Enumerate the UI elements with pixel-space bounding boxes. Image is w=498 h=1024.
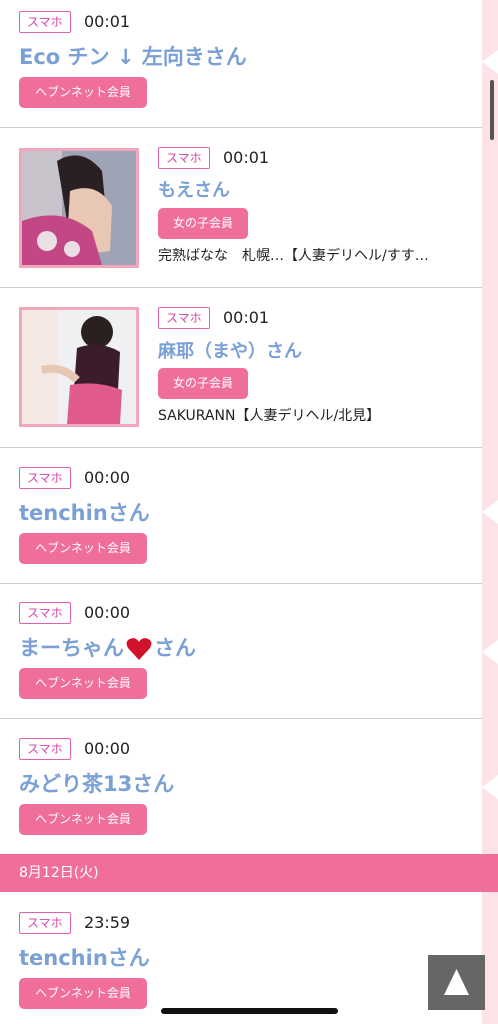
member-badge: ヘブンネット会員 [19,77,147,108]
device-badge: スマホ [158,147,210,169]
user-name[interactable]: もえさん [158,176,230,202]
list-item[interactable]: スマホ 00:01 もえさん 女の子会員 完熟ばなな 札幌…【人妻デリヘル/すす… [0,128,482,288]
post-time: 00:00 [84,739,131,758]
heart-icon [126,638,152,660]
shop-name[interactable]: 完熟ばなな 札幌…【人妻デリヘル/すす… [158,245,476,265]
member-badge: ヘブンネット会員 [19,978,147,1009]
list-item[interactable]: スマホ 00:00 みどり茶13さん ヘブンネット会員 [0,719,482,854]
device-badge: スマホ [19,738,71,760]
member-badge: ヘブンネット会員 [19,668,147,699]
home-indicator [161,1008,338,1014]
scroll-to-top-button[interactable] [428,955,485,1010]
rail-notch [482,50,498,74]
device-badge: スマホ [19,11,71,33]
member-badge: 女の子会員 [158,208,248,239]
post-time: 00:00 [84,603,131,622]
device-badge: スマホ [19,467,71,489]
user-name[interactable]: まーちゃん さん [19,632,196,662]
list-item[interactable]: スマホ 00:01 麻耶（まや）さん 女の子会員 SAKURANN【人妻デリヘル… [0,288,482,448]
member-badge: ヘブンネット会員 [19,533,147,564]
user-name[interactable]: みどり茶13さん [19,768,174,798]
user-name[interactable]: tenchinさん [19,497,150,527]
user-name[interactable]: tenchinさん [19,942,150,972]
rail-notch [482,775,498,799]
device-badge: スマホ [19,912,71,934]
date-divider: 8月12日(火) [0,854,498,892]
post-time: 00:00 [84,468,131,487]
device-badge: スマホ [19,602,71,624]
photo-placeholder-icon [22,151,136,265]
list-item[interactable]: スマホ 00:00 tenchinさん ヘブンネット会員 [0,448,482,584]
profile-photo[interactable] [19,148,139,268]
member-badge: 女の子会員 [158,368,248,399]
list-item[interactable]: スマホ 00:01 Eco チン ↓ 左向きさん ヘブンネット会員 [0,0,482,128]
up-triangle-icon [444,969,469,995]
user-name[interactable]: 麻耶（まや）さん [158,337,302,363]
rail-notch [482,640,498,664]
user-name-text: まーちゃん [19,636,124,660]
post-time: 00:01 [223,308,270,327]
post-time: 00:01 [223,148,270,167]
shop-name[interactable]: SAKURANN【人妻デリヘル/北見】 [158,405,476,425]
member-badge: ヘブンネット会員 [19,804,147,835]
list-item[interactable]: スマホ 00:00 まーちゃん さん ヘブンネット会員 [0,584,482,719]
user-name[interactable]: Eco チン ↓ 左向きさん [19,41,247,71]
user-name-suffix: さん [154,636,196,660]
post-time: 00:01 [84,12,131,31]
profile-photo[interactable] [19,307,139,427]
post-time: 23:59 [84,913,131,932]
list-item[interactable]: スマホ 23:59 tenchinさん ヘブンネット会員 [0,892,482,1024]
rail-notch [482,500,498,524]
device-badge: スマホ [158,307,210,329]
photo-placeholder-icon [22,310,136,424]
scrollbar[interactable] [490,80,494,140]
